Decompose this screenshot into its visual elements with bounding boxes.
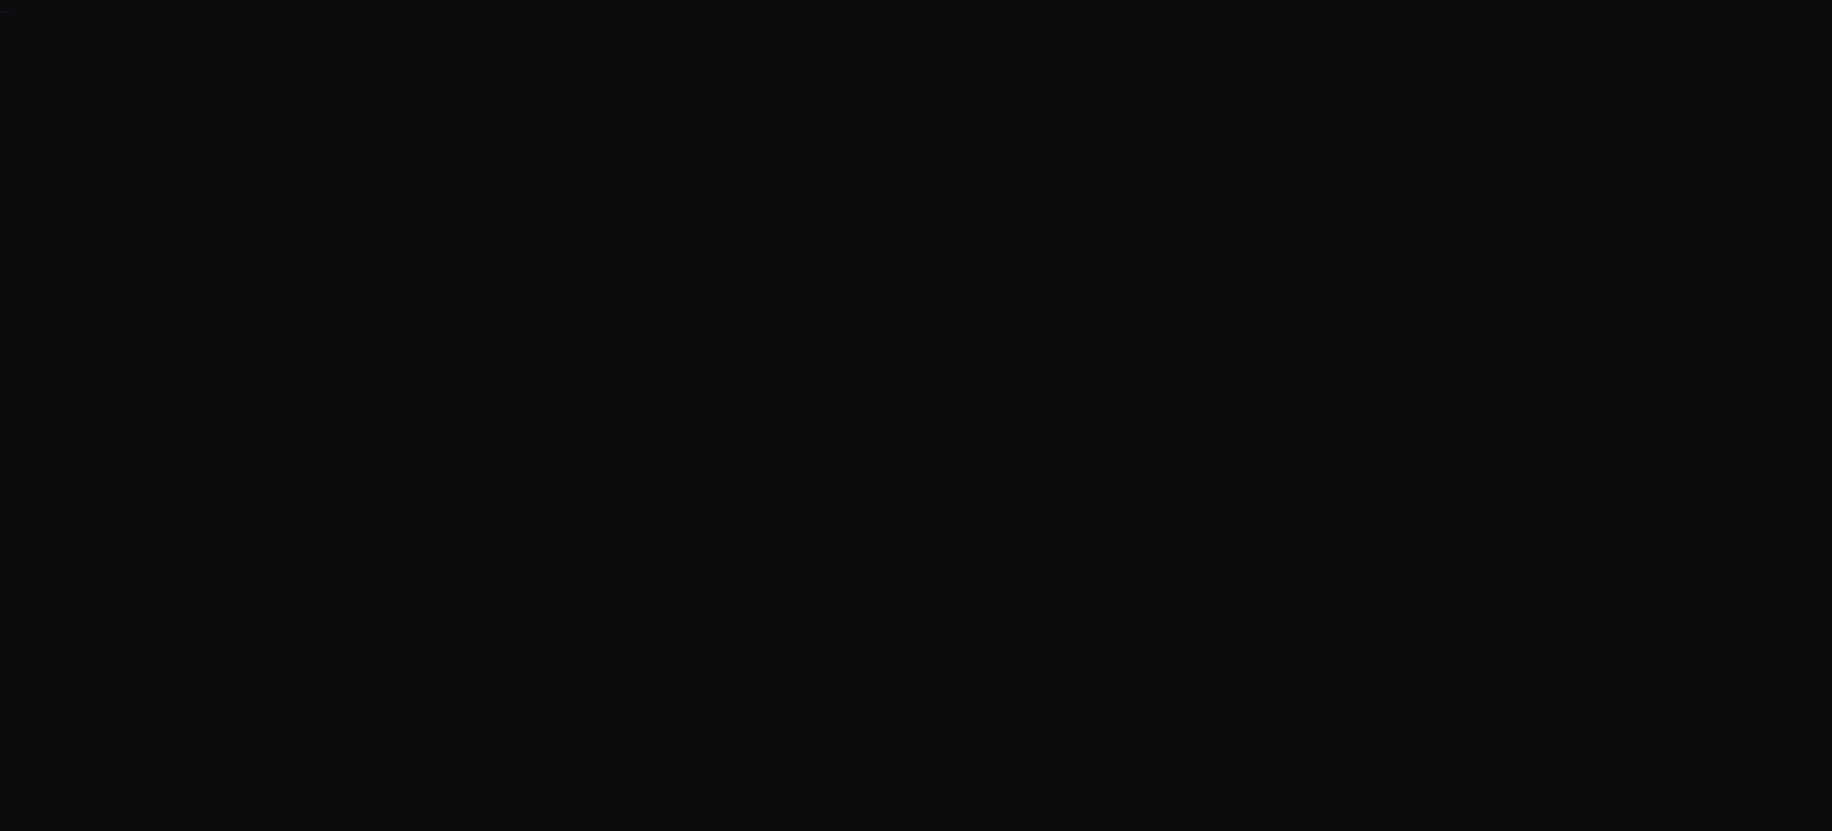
- grafana-dashboard: Total Throughput 00:0000:1000:2000:3000:…: [0, 11, 11, 13]
